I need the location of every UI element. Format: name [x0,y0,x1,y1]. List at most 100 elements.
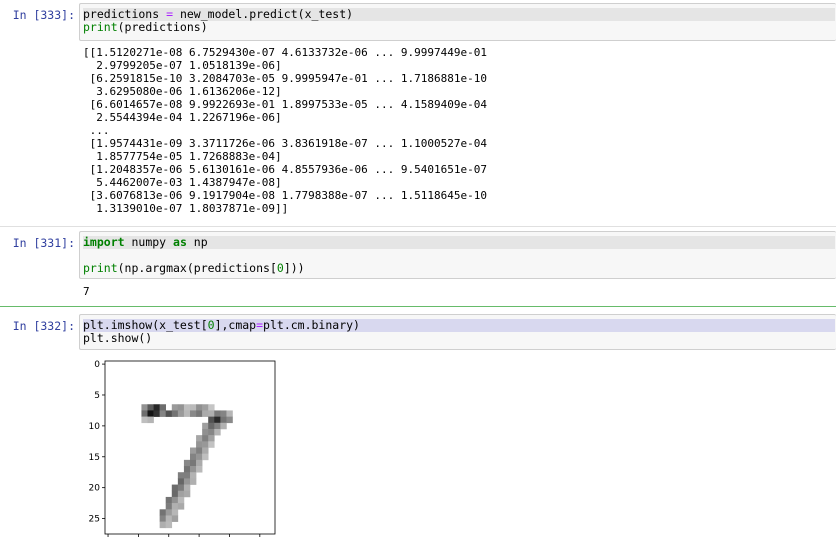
selected-cell-border [0,306,836,307]
image-pixel [147,416,154,424]
image-pixel [202,435,209,442]
image-pixel [208,435,215,442]
image-pixel [177,410,185,417]
y-tick-label: 15 [89,453,100,463]
image-pixel [226,410,233,417]
image-pixel [171,410,179,417]
image-pixel [141,404,148,411]
image-pixel [141,416,148,424]
code-input[interactable]: plt.imshow(x_test[0],cmap=plt.cm.binary)… [79,314,836,350]
output-line: [6.2591815e-10 3.2084703e-05 9.9995947e-… [83,72,487,85]
y-tick-label: 10 [89,422,101,432]
image-pixel [202,422,209,430]
image-pixel [214,410,221,417]
image-pixel [196,466,203,473]
image-pixel [196,441,203,448]
image-pixel [171,503,179,510]
image-pixel [220,422,227,430]
image-pixel [183,410,191,417]
image-pixel [190,466,197,473]
code-input[interactable]: predictions = new_model.predict(x_test) … [79,3,836,41]
image-pixel [190,472,197,479]
plot-axes: 0 5 10 15 20 25 [89,360,276,537]
y-tick-label: 20 [89,484,101,494]
cell-output: 7 [83,285,90,298]
image-pixel [183,472,191,479]
image-pixel [153,404,160,411]
image-pixel [177,503,185,510]
image-pixel [177,404,185,411]
cell-output: [[1.5120271e-08 6.7529430e-07 4.6133732e… [83,46,487,215]
image-pixel [190,459,197,467]
image-pixel [208,422,215,430]
image-pixel [208,441,215,448]
image-pixel [214,416,221,424]
imshow-plot: 0 5 10 15 20 25 [89,360,276,537]
image-pixel [220,416,227,424]
code-input[interactable]: import numpy as np print(np.argmax(predi… [79,231,836,279]
image-pixel [183,478,191,485]
image-pixel [196,435,203,442]
image-pixel [171,484,179,492]
image-pixel [171,515,179,522]
image-pixel [190,404,197,411]
image-pixel [196,447,203,454]
image-pixel [196,404,203,411]
image-pixel [202,447,209,454]
output-line: 5.4462007e-03 1.4387947e-08] [83,176,282,189]
image-pixel [220,410,227,417]
image-pixel [159,521,167,529]
output-line: 1.3139010e-07 1.8037871e-09]] [83,202,289,215]
image-pixel [202,404,209,411]
image-pixel [183,490,191,498]
image-pixel [165,410,173,417]
image-pixel [183,404,191,411]
y-tick-label: 5 [94,391,100,401]
image-pixel [202,441,209,448]
output-line: 2.9799205e-07 1.0518139e-06] [83,59,282,72]
image-pixel [177,496,185,504]
image-pixel [196,459,203,467]
image-pixel [208,416,215,424]
image-pixel [214,428,221,436]
image-pixel [214,422,221,430]
image-pixel [226,416,233,424]
output-line: [[1.5120271e-08 6.7529430e-07 4.6133732e… [83,46,487,59]
image-pixel [202,410,209,417]
output-line: ... [83,124,110,137]
image-pixel [190,410,197,417]
image-pixel [165,509,173,516]
image-pixel [159,404,167,411]
y-axis: 0 5 10 15 20 25 [89,360,105,525]
image-pixel [208,410,215,417]
code-text[interactable]: predictions = new_model.predict(x_test) … [80,4,836,38]
image-pixel [177,490,185,498]
image-pixel [147,410,154,417]
output-line: 3.6295080e-06 1.6136206e-12] [83,85,282,98]
image-pixel [171,490,179,498]
output-line: 2.5544394e-04 1.2267196e-06] [83,111,282,124]
code-text[interactable]: plt.imshow(x_test[0],cmap=plt.cm.binary)… [80,315,836,349]
cell-prompt: In [331]: [12,236,75,250]
image-pixel [190,447,197,454]
image-pixel [141,410,148,417]
image-pixel [183,466,191,473]
image-pixel [177,478,185,485]
image-pixel [208,428,215,436]
image-pixel [159,509,167,516]
cell-separator [0,226,836,227]
image-pixel [177,472,185,479]
image-pixel [190,478,197,485]
output-line: [1.2048357e-06 5.6130161e-06 4.8557936e-… [83,163,487,176]
image-pixel [208,404,215,411]
image-pixel [159,515,167,522]
image-pixel [159,410,167,417]
image-pixel [196,453,203,461]
image-pixel [153,410,160,417]
image-pixel [165,496,173,504]
image-pixel [171,404,179,411]
image-pixel [183,459,191,467]
code-text[interactable]: import numpy as np print(np.argmax(predi… [80,232,836,279]
image-pixel [196,410,203,417]
image-pixel [165,521,173,529]
